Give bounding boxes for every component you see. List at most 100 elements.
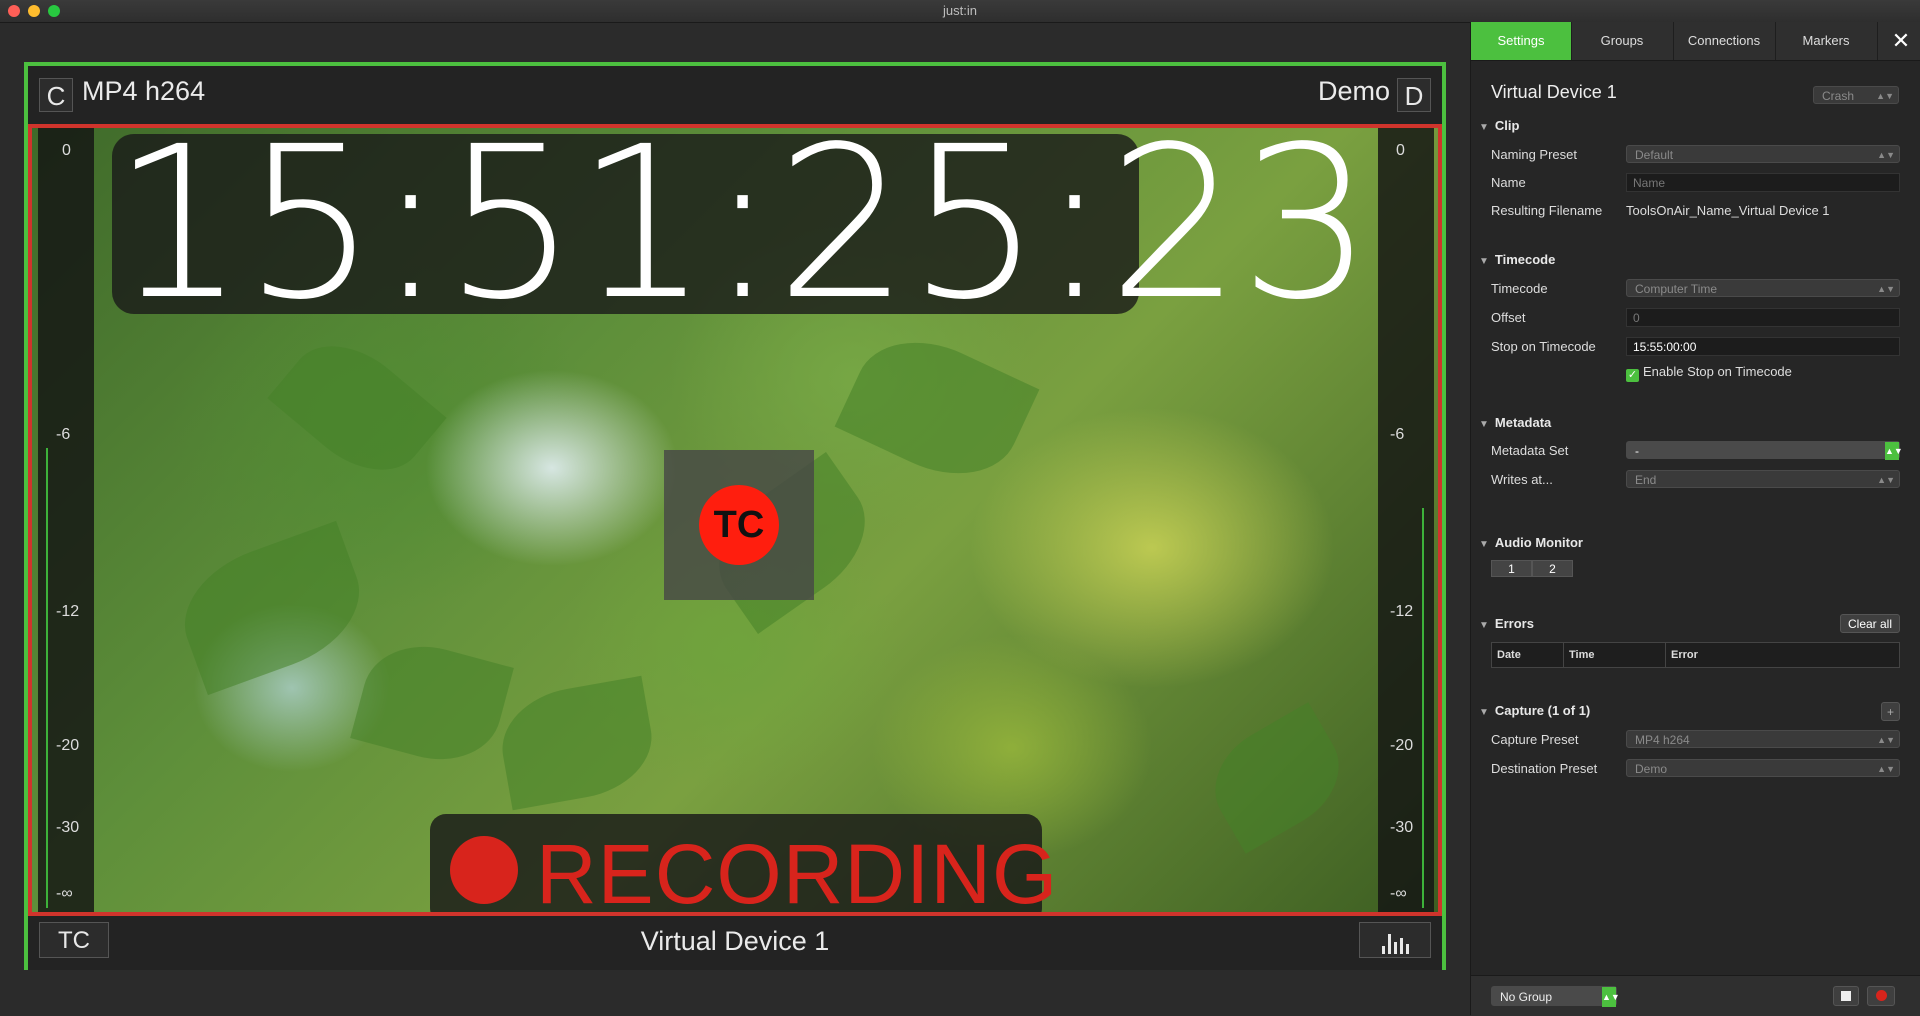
audio-monitor-section-header[interactable]: ▼ Audio Monitor [1479, 535, 1583, 550]
timecode-source-overlay: TC [664, 450, 814, 600]
meter-tick: -12 [56, 603, 80, 620]
device-title: Virtual Device 1 [1491, 82, 1617, 102]
viewer-footer: TC Virtual Device 1 [28, 916, 1442, 970]
timecode-section-title: Timecode [1494, 252, 1556, 267]
leaf-decoration [350, 631, 514, 775]
timecode-display: 15:51:25:23 [112, 124, 1373, 346]
destination-preset-select[interactable]: Demo ▲▼ [1626, 759, 1900, 777]
meter-tick: 0 [62, 142, 71, 159]
destination-preset-value: Demo [1635, 762, 1668, 776]
offset-input[interactable]: 0 [1626, 308, 1900, 327]
audio-meter-toggle-button[interactable] [1359, 922, 1431, 958]
meter-tick: -∞ [1390, 885, 1407, 902]
capture-section-header[interactable]: ▼ Capture (1 of 1) [1479, 703, 1590, 718]
group-select[interactable]: No Group ▲▼ [1491, 986, 1620, 1007]
device-status-value: Crash [1822, 89, 1855, 103]
audio-monitor-section-title: Audio Monitor [1494, 535, 1583, 550]
audio-meter-right: 0 -6 -12 -20 -30 -∞ [1378, 128, 1434, 912]
clear-all-button[interactable]: Clear all [1840, 614, 1900, 633]
viewer-header: C MP4 h264 Demo D [28, 66, 1442, 124]
timecode-source-select[interactable]: Computer Time ▲▼ [1626, 279, 1900, 297]
updown-arrow-icon: ▲▼ [1877, 150, 1895, 160]
errors-column-time[interactable]: Time [1564, 643, 1666, 667]
record-button[interactable] [1867, 986, 1895, 1006]
device-viewer[interactable]: C MP4 h264 Demo D 0 -6 -12 -20 -30 -∞ 0 … [24, 62, 1446, 970]
meter-tick: 0 [1396, 142, 1405, 159]
clip-section-title: Clip [1494, 118, 1520, 133]
metadata-set-label: Metadata Set [1491, 443, 1569, 458]
capture-key-badge[interactable]: C [39, 78, 73, 112]
group-value: No Group [1500, 990, 1553, 1004]
resulting-filename-label: Resulting Filename [1491, 203, 1603, 218]
naming-preset-select[interactable]: Default ▲▼ [1626, 145, 1900, 163]
clip-section-header[interactable]: ▼ Clip [1479, 118, 1519, 133]
destination-preset-label: Destination Preset [1491, 761, 1598, 776]
stop-on-timecode-input[interactable]: 15:55:00:00 [1626, 337, 1900, 356]
leaf-decoration [1195, 702, 1359, 854]
capture-preset-label: Capture Preset [1491, 732, 1579, 747]
updown-arrow-icon: ▲▼ [1602, 987, 1620, 1007]
inspector-panel: Settings Groups Connections Markers ✕ Vi… [1470, 22, 1920, 1016]
audio-channel-2-button[interactable]: 2 [1532, 560, 1573, 577]
device-name-label: Virtual Device 1 [640, 926, 830, 956]
close-icon[interactable]: ✕ [1881, 22, 1920, 60]
updown-arrow-icon: ▲▼ [1876, 91, 1894, 101]
meter-tick: -∞ [56, 885, 73, 902]
bar-chart-icon [1382, 934, 1409, 954]
timecode-source-value: Computer Time [1635, 282, 1718, 296]
tab-connections[interactable]: Connections [1673, 22, 1776, 60]
name-input[interactable]: Name [1626, 173, 1900, 192]
tab-groups[interactable]: Groups [1571, 22, 1674, 60]
metadata-set-select[interactable]: - ▲▼ [1626, 441, 1903, 460]
meter-tick: -20 [56, 737, 80, 754]
recording-label: RECORDING [536, 827, 1059, 916]
errors-table: Date Time Error [1491, 642, 1900, 668]
errors-column-error[interactable]: Error [1666, 643, 1899, 667]
metadata-set-value: - [1635, 444, 1639, 458]
enable-stop-label: Enable Stop on Timecode [1643, 364, 1792, 379]
tab-settings[interactable]: Settings [1471, 22, 1572, 60]
meter-level-bar [1422, 508, 1424, 908]
tab-markers[interactable]: Markers [1775, 22, 1878, 60]
add-capture-button[interactable]: + [1881, 702, 1900, 721]
updown-arrow-icon: ▲▼ [1877, 475, 1895, 485]
timecode-section-header[interactable]: ▼ Timecode [1479, 252, 1555, 267]
errors-section-header[interactable]: ▼ Errors [1479, 616, 1534, 631]
audio-channel-1-button[interactable]: 1 [1491, 560, 1532, 577]
audio-meter-left: 0 -6 -12 -20 -30 -∞ [38, 128, 94, 912]
writes-at-label: Writes at... [1491, 472, 1553, 487]
panel-tabs: Settings Groups Connections Markers ✕ [1471, 22, 1920, 61]
meter-tick: -12 [1390, 603, 1414, 620]
capture-preset-label: MP4 h264 [82, 76, 206, 106]
destination-label: Demo [1317, 76, 1390, 106]
meter-level-bar [46, 448, 48, 908]
capture-section-title: Capture (1 of 1) [1494, 703, 1591, 718]
destination-key-badge[interactable]: D [1397, 78, 1431, 112]
updown-arrow-icon: ▲▼ [1877, 735, 1895, 745]
resulting-filename-value: ToolsOnAir_Name_Virtual Device 1 [1626, 203, 1830, 218]
offset-label: Offset [1491, 310, 1526, 325]
checkmark-icon: ✓ [1626, 369, 1639, 382]
metadata-section-title: Metadata [1494, 415, 1552, 430]
meter-tick: -30 [56, 819, 80, 836]
stop-button[interactable] [1833, 986, 1859, 1006]
record-dot-icon [450, 836, 518, 904]
errors-column-date[interactable]: Date [1492, 643, 1564, 667]
naming-preset-label: Naming Preset [1491, 147, 1577, 162]
meter-tick: -6 [56, 426, 71, 443]
panel-footer: No Group ▲▼ [1471, 975, 1920, 1016]
recording-indicator: RECORDING [430, 814, 1057, 912]
device-status-select[interactable]: Crash ▲▼ [1813, 86, 1899, 104]
disclosure-triangle-icon: ▼ [1479, 419, 1489, 430]
stop-square-icon [1841, 991, 1851, 1001]
enable-stop-checkbox[interactable]: ✓ Enable Stop on Timecode [1626, 364, 1792, 382]
capture-preset-select[interactable]: MP4 h264 ▲▼ [1626, 730, 1900, 748]
name-label: Name [1491, 175, 1526, 190]
meter-tick: -6 [1390, 426, 1405, 443]
metadata-section-header[interactable]: ▼ Metadata [1479, 415, 1551, 430]
disclosure-triangle-icon: ▼ [1479, 539, 1489, 550]
meter-tick: -30 [1390, 819, 1414, 836]
writes-at-select[interactable]: End ▲▼ [1626, 470, 1900, 488]
writes-at-value: End [1635, 473, 1657, 487]
capture-preset-value: MP4 h264 [1635, 733, 1690, 747]
